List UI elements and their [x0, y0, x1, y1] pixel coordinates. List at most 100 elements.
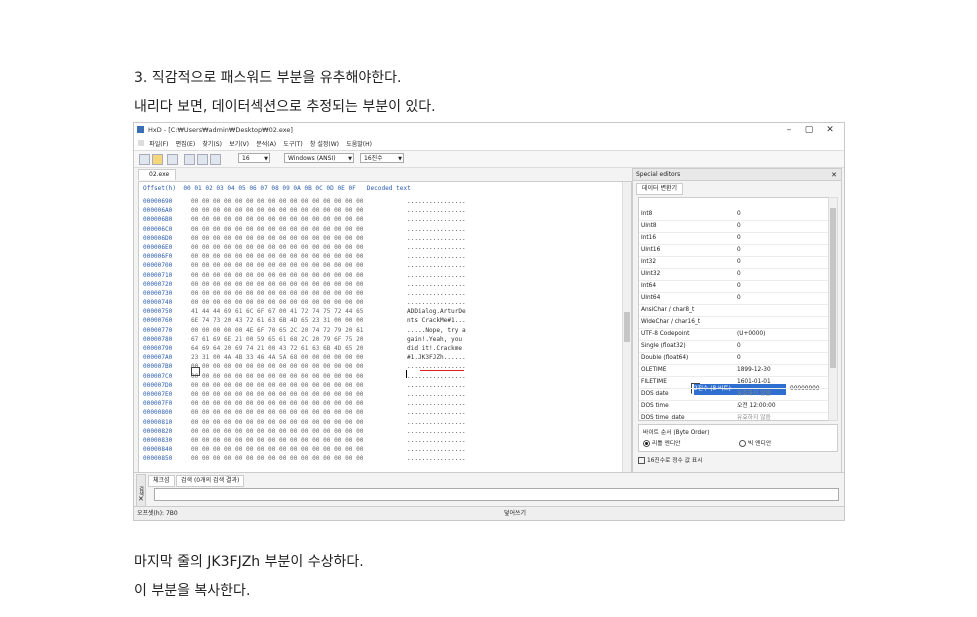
decoded-row[interactable]: ................: [407, 225, 466, 234]
converter-row[interactable]: DOS date 유효하지 않음: [639, 389, 828, 401]
byte-row[interactable]: 00 00 00 00 00 00 00 00 00 00 00 00 00 0…: [191, 418, 363, 427]
byte-row[interactable]: 00 00 00 00 00 00 00 00 00 00 00 00 00 0…: [191, 399, 363, 408]
decoded-row[interactable]: #1.JK3FJZh......: [407, 353, 466, 362]
decoded-row[interactable]: ................: [407, 390, 466, 399]
byte-row[interactable]: 00 00 00 00 00 00 00 00 00 00 00 00 00 0…: [191, 408, 363, 417]
decoded-row[interactable]: ................: [407, 280, 466, 289]
copy-icon[interactable]: [197, 154, 208, 165]
byte-row[interactable]: 00 00 00 00 00 00 00 00 00 00 00 00 00 0…: [191, 234, 363, 243]
cut-icon[interactable]: [184, 154, 195, 165]
byte-row[interactable]: 41 44 44 69 61 6C 6F 67 00 41 72 74 75 7…: [191, 307, 363, 316]
save-icon[interactable]: [167, 154, 178, 165]
status-mode[interactable]: 덮어쓰기: [504, 507, 526, 520]
decoded-row[interactable]: ................: [407, 206, 466, 215]
menu-search[interactable]: 찾기(S): [200, 137, 224, 150]
file-tab[interactable]: 02.exe: [138, 169, 177, 180]
converter-row[interactable]: UInt64 0: [639, 293, 828, 305]
tab-search-results[interactable]: 검색 (0개의 검색 결과): [176, 475, 245, 487]
byte-column[interactable]: 00 00 00 00 00 00 00 00 00 00 00 00 00 0…: [191, 197, 363, 463]
converter-row[interactable]: Int32 0: [639, 257, 828, 269]
decoded-row[interactable]: ................: [407, 454, 466, 463]
paste-icon[interactable]: [210, 154, 221, 165]
byte-row[interactable]: 00 00 00 00 00 00 00 00 00 00 00 00 00 0…: [191, 381, 363, 390]
byte-row[interactable]: 23 31 00 4A 4B 33 46 4A 5A 68 00 00 00 0…: [191, 353, 363, 362]
base-select[interactable]: 16진수 ▼: [360, 153, 404, 163]
minimize-button[interactable]: –: [779, 124, 799, 136]
byte-row[interactable]: 00 00 00 00 00 00 00 00 00 00 00 00 00 0…: [191, 372, 363, 381]
decoded-row[interactable]: ADDialog.ArturDe: [407, 307, 466, 316]
byte-row[interactable]: 00 00 00 00 00 00 00 00 00 00 00 00 00 0…: [191, 298, 363, 307]
byte-row[interactable]: 00 00 00 00 00 00 00 00 00 00 00 00 00 0…: [191, 206, 363, 215]
decoded-row[interactable]: ................: [407, 408, 466, 417]
byte-row[interactable]: 00 00 00 00 00 00 00 00 00 00 00 00 00 0…: [191, 445, 363, 454]
byte-row[interactable]: 00 00 00 00 00 00 00 00 00 00 00 00 00 0…: [191, 390, 363, 399]
decoded-row[interactable]: ................: [407, 197, 466, 206]
byte-row[interactable]: 00 00 00 00 00 00 00 00 00 00 00 00 00 0…: [191, 362, 363, 371]
converter-row[interactable]: UInt8 0: [639, 221, 828, 233]
scroll-thumb[interactable]: [624, 312, 630, 342]
converter-row[interactable]: Int8 0: [639, 209, 828, 221]
byte-row[interactable]: 00 00 00 00 00 00 00 00 00 00 00 00 00 0…: [191, 252, 363, 261]
converter-row[interactable]: DOS time_date 유효하지 않음: [639, 413, 828, 420]
hex-editor[interactable]: Offset(h) 00 01 02 03 04 05 06 07 08 09 …: [138, 181, 632, 473]
converter-row[interactable]: Single (float32) 0: [639, 341, 828, 353]
decoded-row[interactable]: nts CrackMe#1...: [407, 316, 466, 325]
tab-checksum[interactable]: 체크섬: [148, 475, 175, 487]
close-icon[interactable]: ✕: [831, 169, 837, 181]
byte-row[interactable]: 00 00 00 00 00 00 00 00 00 00 00 00 00 0…: [191, 436, 363, 445]
byte-row[interactable]: 00 00 00 00 00 00 00 00 00 00 00 00 00 0…: [191, 454, 363, 463]
converter-row[interactable]: OLETIME 1899-12-30: [639, 365, 828, 377]
converter-row[interactable]: Double (float64) 0: [639, 353, 828, 365]
byte-row[interactable]: 00 00 00 00 00 00 00 00 00 00 00 00 00 0…: [191, 243, 363, 252]
decoded-row[interactable]: did it!.Crackme: [407, 344, 466, 353]
hex-scrollbar[interactable]: [622, 182, 631, 472]
menu-tools[interactable]: 도구(T): [281, 137, 304, 150]
byte-row[interactable]: 00 00 00 00 00 00 00 00 00 00 00 00 00 0…: [191, 215, 363, 224]
decoded-row[interactable]: ................: [407, 381, 466, 390]
decoded-row[interactable]: ................: [407, 372, 466, 381]
data-converter-table[interactable]: 2진수 (8 비트) 00000000 Int8 0 UInt8 0 Int16 0 UInt1…: [638, 197, 829, 421]
menu-file[interactable]: 파일(F): [147, 137, 170, 150]
converter-row[interactable]: WideChar / char16_t: [639, 317, 828, 329]
decoded-row[interactable]: .....Nope, try a: [407, 326, 466, 335]
search-results-list[interactable]: [154, 488, 839, 501]
converter-row[interactable]: UInt32 0: [639, 269, 828, 281]
menu-window[interactable]: 창 설정(W): [308, 137, 341, 150]
new-file-icon[interactable]: [139, 154, 150, 165]
decoded-row[interactable]: ................: [407, 271, 466, 280]
open-file-icon[interactable]: [152, 154, 163, 165]
little-endian-radio[interactable]: 리틀 엔디안: [643, 438, 681, 447]
converter-row[interactable]: Int64 0: [639, 281, 828, 293]
decoded-row[interactable]: ................: [407, 399, 466, 408]
decoded-column[interactable]: ........................................…: [407, 197, 466, 463]
decoded-row[interactable]: ................: [407, 261, 466, 270]
decoded-row[interactable]: ................: [407, 252, 466, 261]
byte-row[interactable]: 67 61 69 6E 21 00 59 65 61 68 2C 20 79 6…: [191, 335, 363, 344]
decoded-row[interactable]: ................: [407, 298, 466, 307]
decoded-row[interactable]: ................: [407, 243, 466, 252]
decoded-row[interactable]: ................: [407, 445, 466, 454]
converter-row[interactable]: UInt16 0: [639, 245, 828, 257]
hex-int-checkbox[interactable]: 16진수로 정수 값 표시: [638, 455, 703, 464]
close-icon[interactable]: ✕: [138, 495, 144, 503]
scroll-thumb[interactable]: [830, 208, 836, 368]
charset-select[interactable]: Windows (ANSI) ▼: [284, 153, 354, 163]
decoded-row[interactable]: ................: [407, 234, 466, 243]
converter-row[interactable]: FILETIME 1601-01-01: [639, 377, 828, 389]
decoded-row[interactable]: ................: [407, 418, 466, 427]
byte-row[interactable]: 00 00 00 00 00 4E 6F 70 65 2C 20 74 72 7…: [191, 326, 363, 335]
converter-row[interactable]: Int16 0: [639, 233, 828, 245]
converter-row[interactable]: UTF-8 Codepoint (U+0000): [639, 329, 828, 341]
decoded-row[interactable]: ................: [407, 289, 466, 298]
converter-scrollbar[interactable]: [828, 197, 838, 421]
decoded-row[interactable]: ................: [407, 427, 466, 436]
byte-row[interactable]: 6E 74 73 20 43 72 61 63 6B 4D 65 23 31 0…: [191, 316, 363, 325]
decoded-row[interactable]: gain!.Yeah, you: [407, 335, 466, 344]
tab-data-converter[interactable]: 데이터 변환기: [636, 183, 684, 195]
byte-row[interactable]: 00 00 00 00 00 00 00 00 00 00 00 00 00 0…: [191, 427, 363, 436]
converter-row[interactable]: DOS time 오전 12:00:00: [639, 401, 828, 413]
big-endian-radio[interactable]: 빅 엔디안: [739, 438, 771, 447]
menu-help[interactable]: 도움말(H): [344, 137, 374, 150]
byte-row[interactable]: 64 69 64 20 69 74 21 00 43 72 61 63 6B 4…: [191, 344, 363, 353]
byte-row[interactable]: 00 00 00 00 00 00 00 00 00 00 00 00 00 0…: [191, 197, 363, 206]
